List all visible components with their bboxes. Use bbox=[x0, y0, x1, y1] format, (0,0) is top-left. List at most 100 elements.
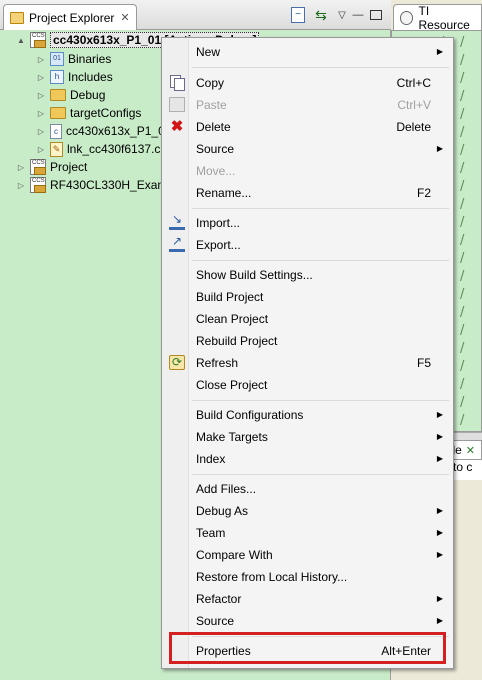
tree-item-label: RF430CL330H_Examp bbox=[50, 178, 175, 192]
expand-toggle-icon[interactable]: ▷ bbox=[36, 127, 46, 136]
link-with-editor-icon[interactable]: ⇆ bbox=[312, 7, 330, 23]
menu-item-label: Add Files... bbox=[196, 481, 257, 496]
hatch-mark: / bbox=[460, 413, 465, 428]
menu-item-build-project[interactable]: Build Project bbox=[164, 286, 451, 307]
menu-item-label: Rebuild Project bbox=[196, 333, 278, 348]
menu-item-clean-project[interactable]: Clean Project bbox=[164, 308, 451, 329]
tree-item-label: Debug bbox=[70, 88, 106, 102]
hatch-mark: / bbox=[460, 53, 465, 68]
menu-item-restore-from-local-history[interactable]: Restore from Local History... bbox=[164, 566, 451, 587]
ccs-project-icon: CCS bbox=[30, 32, 46, 48]
menu-item-delete[interactable]: ✖ Delete Delete bbox=[164, 116, 451, 137]
tree-item-binaries[interactable]: ▷ 01 Binaries bbox=[36, 50, 111, 68]
menu-item-rename[interactable]: Rename... F2 bbox=[164, 182, 451, 203]
submenu-arrow-icon: ▶ bbox=[436, 506, 443, 515]
expand-toggle-icon[interactable]: ▷ bbox=[16, 181, 26, 190]
project-explorer-tab[interactable]: Project Explorer ✕ bbox=[3, 4, 137, 30]
submenu-arrow-icon: ▶ bbox=[436, 432, 443, 441]
submenu-arrow-icon: ▶ bbox=[436, 47, 443, 56]
hatch-mark: / bbox=[460, 215, 465, 230]
menu-item-add-files[interactable]: Add Files... bbox=[164, 478, 451, 499]
menu-item-rebuild-project[interactable]: Rebuild Project bbox=[164, 330, 451, 351]
hatch-mark: / bbox=[460, 269, 465, 284]
ti-resource-tab[interactable]: TI Resource bbox=[393, 4, 482, 32]
menu-item-refresh[interactable]: Refresh F5 bbox=[164, 352, 451, 373]
menu-item-make-targets[interactable]: Make Targets ▶ bbox=[164, 426, 451, 447]
binaries-icon: 01 bbox=[50, 52, 64, 66]
expand-toggle-icon[interactable]: ▷ bbox=[16, 163, 26, 172]
folder-icon bbox=[50, 107, 66, 119]
menu-separator bbox=[192, 67, 449, 68]
expand-toggle-icon[interactable]: ▷ bbox=[36, 145, 46, 154]
minimize-icon[interactable]: — bbox=[352, 7, 364, 23]
menu-item-debug-as[interactable]: Debug As ▶ bbox=[164, 500, 451, 521]
expand-toggle-icon[interactable]: ▷ bbox=[36, 91, 46, 100]
menu-item-label: Delete bbox=[196, 119, 231, 134]
close-icon[interactable]: ✕ bbox=[466, 444, 475, 457]
menu-item-refactor[interactable]: Refactor ▶ bbox=[164, 588, 451, 609]
tree-item-project[interactable]: ▷ CCS Project bbox=[16, 158, 87, 176]
submenu-arrow-icon: ▶ bbox=[436, 616, 443, 625]
menu-item-label: Paste bbox=[196, 97, 227, 112]
menu-item-label: Refresh bbox=[196, 355, 239, 370]
menu-separator bbox=[192, 474, 449, 475]
menu-item-import[interactable]: Import... bbox=[164, 212, 451, 233]
expand-toggle-icon[interactable]: ▷ bbox=[36, 55, 46, 64]
menu-item-label: Source bbox=[196, 141, 235, 156]
menu-item-close-project[interactable]: Close Project bbox=[164, 374, 451, 395]
menu-item-source-2[interactable]: Source ▶ bbox=[164, 610, 451, 631]
highlight-annotation-box bbox=[169, 632, 446, 664]
menu-item-compare-with[interactable]: Compare With ▶ bbox=[164, 544, 451, 565]
tree-item-source-file[interactable]: ▷ c cc430x613x_P1_01 bbox=[36, 122, 171, 140]
tree-item-rf430-project[interactable]: ▷ CCS RF430CL330H_Examp bbox=[16, 176, 174, 194]
menu-item-label: Restore from Local History... bbox=[196, 569, 348, 584]
menu-item-label: Move... bbox=[196, 163, 236, 178]
expand-toggle-icon[interactable]: ▷ bbox=[36, 109, 46, 118]
submenu-arrow-icon: ▶ bbox=[436, 454, 443, 463]
expand-toggle-icon[interactable]: ▲ bbox=[16, 36, 26, 45]
collapse-all-icon[interactable]: − bbox=[291, 7, 305, 23]
menu-item-label: Import... bbox=[196, 215, 241, 230]
menu-item-move[interactable]: Move... bbox=[164, 160, 451, 181]
menu-item-new[interactable]: New ▶ bbox=[164, 41, 451, 62]
view-tab-bar: Project Explorer ✕ − ⇆ ▽ — bbox=[0, 0, 391, 30]
hatch-mark: / bbox=[460, 395, 465, 410]
view-menu-chevron-down-icon[interactable]: ▽ bbox=[336, 7, 348, 23]
import-icon bbox=[169, 212, 185, 230]
ti-resource-icon bbox=[400, 10, 414, 25]
c-file-icon: c bbox=[50, 123, 62, 139]
menu-item-shortcut: Delete bbox=[396, 119, 431, 134]
menu-item-build-configurations[interactable]: Build Configurations ▶ bbox=[164, 404, 451, 425]
menu-item-index[interactable]: Index ▶ bbox=[164, 448, 451, 469]
menu-item-export[interactable]: Export... bbox=[164, 234, 451, 255]
submenu-arrow-icon: ▶ bbox=[436, 594, 443, 603]
tree-item-linker-file[interactable]: ▷ ✎ lnk_cc430f6137.c bbox=[36, 140, 160, 158]
expand-toggle-icon[interactable]: ▷ bbox=[36, 73, 46, 82]
menu-item-label: Close Project bbox=[196, 377, 268, 392]
refresh-icon bbox=[169, 355, 185, 370]
menu-item-label: Debug As bbox=[196, 503, 249, 518]
tree-item-debug[interactable]: ▷ Debug bbox=[36, 86, 105, 104]
tree-item-targetconfigs[interactable]: ▷ targetConfigs bbox=[36, 104, 141, 122]
includes-icon: h bbox=[50, 70, 64, 84]
linker-file-icon: ✎ bbox=[50, 141, 63, 157]
submenu-arrow-icon: ▶ bbox=[436, 410, 443, 419]
ccs-project-icon: CCS bbox=[30, 177, 46, 193]
menu-item-label: Show Build Settings... bbox=[196, 267, 313, 282]
menu-item-shortcut: Ctrl+C bbox=[396, 75, 431, 90]
menu-item-show-build-settings[interactable]: Show Build Settings... bbox=[164, 264, 451, 285]
hatch-mark: / bbox=[460, 179, 465, 194]
menu-item-label: Source bbox=[196, 613, 235, 628]
menu-item-paste[interactable]: Paste Ctrl+V bbox=[164, 94, 451, 115]
context-menu: New ▶ Copy Ctrl+C Paste Ctrl+V ✖ Delete … bbox=[161, 37, 454, 669]
menu-item-copy[interactable]: Copy Ctrl+C bbox=[164, 72, 451, 93]
menu-separator bbox=[192, 400, 449, 401]
menu-item-team[interactable]: Team ▶ bbox=[164, 522, 451, 543]
menu-item-shortcut: F2 bbox=[416, 185, 431, 200]
close-icon[interactable]: ✕ bbox=[120, 11, 129, 24]
tree-item-label: cc430x613x_P1_01 bbox=[66, 124, 172, 138]
folder-icon bbox=[10, 11, 24, 24]
menu-item-source[interactable]: Source ▶ bbox=[164, 138, 451, 159]
maximize-icon[interactable] bbox=[370, 10, 382, 20]
tree-item-includes[interactable]: ▷ h Includes bbox=[36, 68, 113, 86]
